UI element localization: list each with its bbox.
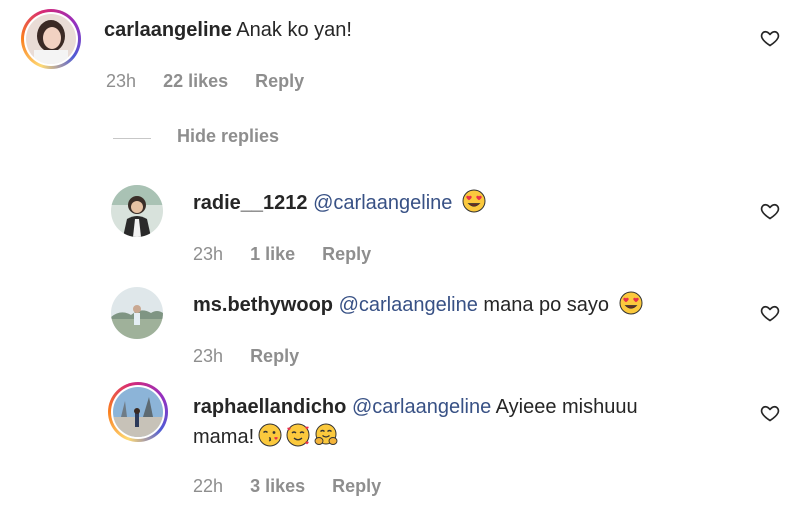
- username[interactable]: radie__1212: [193, 192, 308, 214]
- timestamp[interactable]: 23h: [106, 71, 136, 91]
- heart-eyes-emoji: [462, 189, 486, 213]
- reply-ms-bethywoop: ms.bethywoop @carlaangeline mana po sayo…: [0, 282, 800, 372]
- comment-text: Anak ko yan!: [236, 19, 352, 41]
- comment-line: raphaellandicho @carlaangeline Ayieee mi…: [193, 393, 638, 421]
- timestamp[interactable]: 23h: [193, 244, 223, 264]
- comment-line-2: mama!: [193, 423, 338, 451]
- comment-meta: 23h 22 likes Reply: [106, 71, 326, 92]
- hide-replies-label[interactable]: Hide replies: [177, 126, 279, 147]
- heart-outline-icon[interactable]: [760, 403, 780, 423]
- divider-line: [113, 138, 151, 139]
- avatar-carlaangeline[interactable]: [21, 9, 81, 69]
- mention-link[interactable]: @carlaangeline: [313, 192, 452, 214]
- avatar-image: [111, 185, 163, 237]
- reply-button[interactable]: Reply: [332, 476, 381, 496]
- timestamp[interactable]: 23h: [193, 346, 223, 366]
- reply-radie-1212: radie__1212 @carlaangeline 23h 1 like Re…: [0, 180, 800, 270]
- comment-text: Ayieee mishuuu: [495, 396, 638, 418]
- reply-button[interactable]: Reply: [322, 244, 371, 264]
- comment-meta: 23h 1 like Reply: [193, 244, 393, 265]
- kissing-wink-emoji: [258, 423, 282, 447]
- username[interactable]: raphaellandicho: [193, 396, 346, 418]
- smiling-hearts-emoji: [286, 423, 310, 447]
- heart-eyes-emoji: [619, 291, 643, 315]
- avatar-radie-1212[interactable]: [111, 185, 163, 237]
- timestamp[interactable]: 22h: [193, 476, 223, 496]
- comment-line: ms.bethywoop @carlaangeline mana po sayo: [193, 291, 643, 319]
- avatar-ms-bethywoop[interactable]: [111, 287, 163, 339]
- avatar-raphaellandicho[interactable]: [108, 382, 168, 442]
- avatar-image: [113, 387, 163, 437]
- avatar-image: [26, 14, 76, 64]
- comment-meta: 23h Reply: [193, 346, 321, 367]
- comment-line: radie__1212 @carlaangeline: [193, 189, 486, 217]
- mention-link[interactable]: @carlaangeline: [339, 294, 478, 316]
- comment-text-continued: mama!: [193, 426, 255, 448]
- likes-count[interactable]: 22 likes: [163, 71, 228, 91]
- reply-raphaellandicho: raphaellandicho @carlaangeline Ayieee mi…: [0, 380, 800, 510]
- likes-count[interactable]: 1 like: [250, 244, 295, 264]
- reply-button[interactable]: Reply: [250, 346, 299, 366]
- username[interactable]: carlaangeline: [104, 19, 232, 41]
- comment-meta: 22h 3 likes Reply: [193, 476, 403, 497]
- comment-line: carlaangeline Anak ko yan!: [104, 16, 352, 44]
- heart-outline-icon[interactable]: [760, 28, 780, 48]
- username[interactable]: ms.bethywoop: [193, 294, 333, 316]
- reply-button[interactable]: Reply: [255, 71, 304, 91]
- hugging-emoji: [314, 423, 338, 447]
- comment-carlaangeline: carlaangeline Anak ko yan! 23h 22 likes …: [0, 0, 800, 110]
- avatar-image: [111, 287, 163, 339]
- heart-outline-icon[interactable]: [760, 303, 780, 323]
- heart-outline-icon[interactable]: [760, 201, 780, 221]
- comment-text: mana po sayo: [483, 294, 610, 316]
- mention-link[interactable]: @carlaangeline: [352, 396, 491, 418]
- likes-count[interactable]: 3 likes: [250, 476, 305, 496]
